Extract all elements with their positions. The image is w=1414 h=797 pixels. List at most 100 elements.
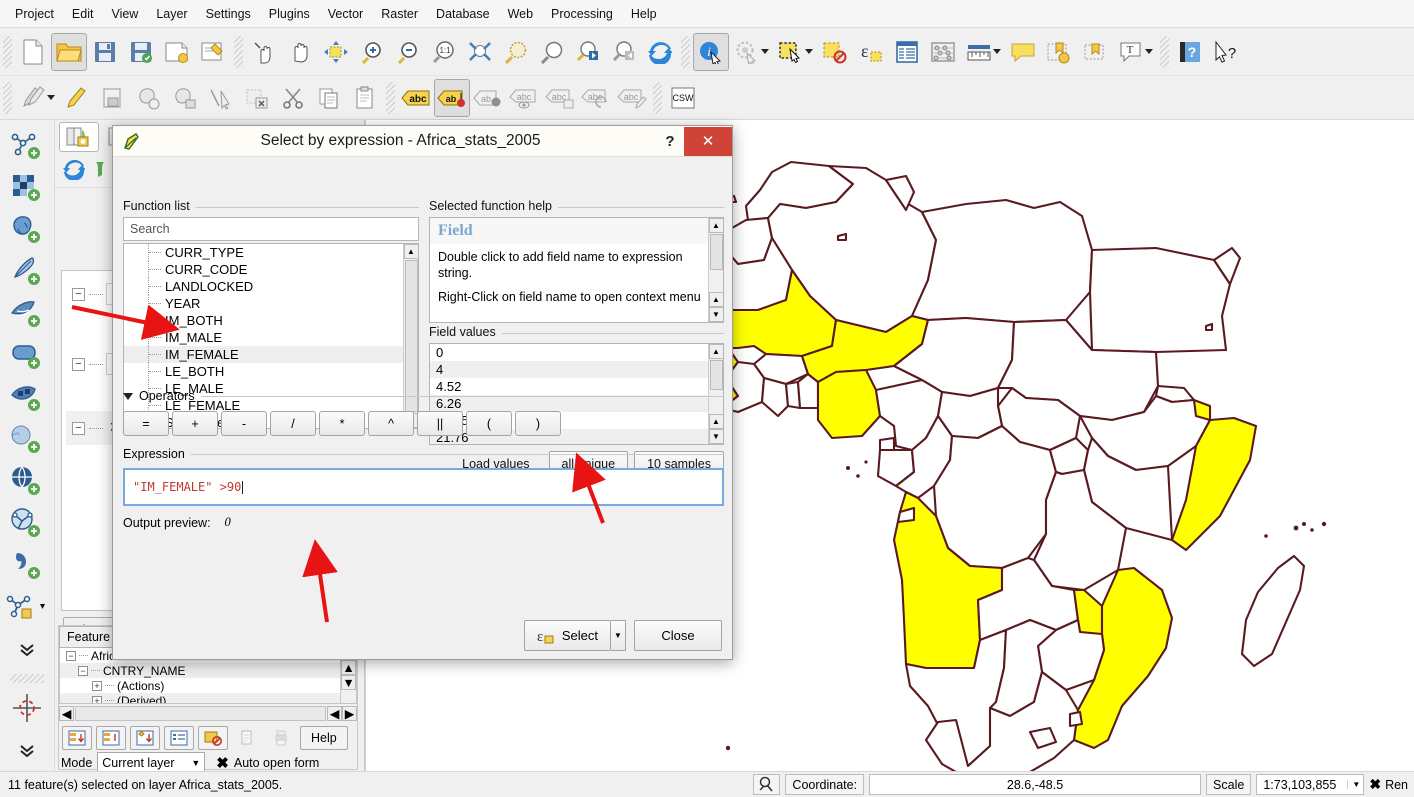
function-tree-item[interactable]: IM_MALE — [124, 329, 418, 346]
add-postgis-layer-icon[interactable] — [4, 208, 50, 250]
identify-horizontal-scrollbar[interactable]: ◀ ◀ ▶ — [59, 704, 357, 722]
scroll-thumb[interactable] — [709, 234, 723, 270]
scroll-up-icon[interactable]: ▲ — [708, 218, 723, 233]
whats-this-icon[interactable]: ? — [1208, 33, 1244, 71]
identify-help-button[interactable]: Help — [300, 726, 348, 750]
scroll-thumb[interactable] — [709, 360, 723, 390]
label-grip[interactable] — [386, 81, 395, 114]
zoom-to-layer-icon[interactable] — [534, 33, 570, 71]
help-contents-icon[interactable]: ? — [1172, 33, 1208, 71]
identify-row[interactable]: + (Actions) — [60, 678, 356, 693]
menu-layer[interactable]: Layer — [147, 4, 196, 24]
pin-labels-icon[interactable]: ab — [470, 79, 506, 117]
attribute-table-icon[interactable] — [889, 33, 925, 71]
current-edits-icon[interactable] — [15, 79, 51, 117]
menu-vector[interactable]: Vector — [319, 4, 372, 24]
dock-grip[interactable] — [10, 674, 44, 683]
operator-minus-button[interactable]: - — [221, 411, 267, 436]
add-raster-layer-icon[interactable] — [4, 166, 50, 208]
select-button[interactable]: ɛ Select — [523, 620, 611, 651]
expression-input[interactable]: "IM_FEMALE" >90 — [123, 468, 724, 506]
scroll-left-step-icon[interactable]: ◀ — [327, 705, 342, 721]
dialog-title-bar[interactable]: Select by expression - Africa_stats_2005… — [113, 126, 732, 157]
identify-features-icon[interactable]: i — [693, 32, 729, 71]
scroll-up-step-icon[interactable]: ▲ — [708, 292, 723, 307]
toolbar-grip-help[interactable] — [1160, 35, 1169, 68]
view-as-table-button[interactable] — [164, 726, 194, 750]
operator-divide-button[interactable]: / — [270, 411, 316, 436]
search-input[interactable]: Search — [123, 217, 419, 241]
chevron-down-icon[interactable]: ▼ — [1347, 780, 1360, 789]
auto-open-form-checkbox[interactable]: ✖ — [216, 754, 229, 772]
function-tree-item[interactable]: LANDLOCKED — [124, 278, 418, 295]
print-button[interactable] — [266, 726, 296, 750]
menu-plugins[interactable]: Plugins — [260, 4, 319, 24]
scroll-left-icon[interactable]: ◀ — [59, 705, 74, 721]
operator-multiply-button[interactable]: * — [319, 411, 365, 436]
rotate-label-icon[interactable]: abc — [578, 79, 614, 117]
operator-concat-button[interactable]: || — [417, 411, 463, 436]
delete-selected-icon[interactable] — [239, 79, 275, 117]
field-calculator-icon[interactable] — [925, 33, 961, 71]
new-bookmark-icon[interactable] — [1041, 33, 1077, 71]
function-tree-item[interactable]: YEAR — [124, 295, 418, 312]
expander-icon[interactable]: + — [92, 695, 102, 703]
collapse-all-button[interactable] — [96, 726, 126, 750]
coordinate-value[interactable]: 28.6,-48.5 — [869, 774, 1202, 795]
change-label-icon[interactable]: abc — [614, 79, 650, 117]
copy-feature-button[interactable] — [232, 726, 262, 750]
expander-icon[interactable]: − — [78, 665, 88, 676]
pan-to-selection-icon[interactable] — [318, 33, 354, 71]
scale-combo[interactable]: 1:73,103,855 ▼ — [1256, 774, 1365, 795]
dialog-close-button[interactable]: ✕ — [684, 126, 732, 156]
menu-database[interactable]: Database — [427, 4, 499, 24]
triangle-down-icon[interactable] — [123, 392, 133, 400]
operator-plus-button[interactable]: + — [172, 411, 218, 436]
expander-icon[interactable]: − — [66, 650, 76, 661]
add-mssql-layer-icon[interactable] — [4, 292, 50, 334]
menu-raster[interactable]: Raster — [372, 4, 427, 24]
paste-features-icon[interactable] — [347, 79, 383, 117]
refresh-layers-icon[interactable] — [63, 158, 86, 183]
function-tree-item-selected[interactable]: IM_FEMALE — [124, 346, 418, 363]
add-oracle-layer-icon[interactable] — [4, 334, 50, 376]
select-by-expression-icon[interactable]: ɛ — [853, 33, 889, 71]
zoom-to-selection-icon[interactable] — [498, 33, 534, 71]
scroll-up-icon[interactable]: ▲ — [341, 660, 356, 675]
zoom-next-icon[interactable] — [606, 33, 642, 71]
zoom-in-icon[interactable] — [354, 33, 390, 71]
map-tips-icon[interactable] — [1005, 33, 1041, 71]
georeferencer-icon[interactable] — [4, 687, 50, 729]
save-layer-edits-icon[interactable] — [95, 79, 131, 117]
add-delimited-text-layer-icon[interactable] — [4, 544, 50, 586]
scroll-down-icon[interactable]: ▼ — [708, 307, 723, 322]
highlight-pinned-labels-icon[interactable]: ab — [434, 78, 470, 117]
measure-icon[interactable] — [961, 33, 997, 71]
label-icon[interactable]: abc — [398, 79, 434, 117]
show-hide-labels-icon[interactable]: abc — [506, 79, 542, 117]
cut-features-icon[interactable] — [275, 79, 311, 117]
function-tree-item[interactable]: CURR_CODE — [124, 261, 418, 278]
overflow-chevron-icon[interactable] — [4, 628, 50, 670]
menu-processing[interactable]: Processing — [542, 4, 622, 24]
new-project-icon[interactable] — [15, 33, 51, 71]
expander-icon[interactable]: − — [72, 421, 85, 435]
close-button[interactable]: Close — [634, 620, 722, 651]
run-feature-action-icon[interactable] — [729, 33, 765, 71]
select-features-icon[interactable] — [773, 33, 809, 71]
select-dropdown-arrow[interactable]: ▼ — [611, 620, 626, 651]
operator-power-button[interactable]: ^ — [368, 411, 414, 436]
add-wms-layer-icon[interactable] — [4, 376, 50, 418]
menu-project[interactable]: Project — [6, 4, 63, 24]
menu-view[interactable]: View — [102, 4, 147, 24]
field-value-row[interactable]: 0 — [430, 344, 723, 361]
new-shapefile-layer-icon[interactable] — [4, 586, 50, 628]
operators-header[interactable]: Operators — [123, 389, 724, 403]
toolbar-grip[interactable] — [3, 35, 12, 68]
menu-web[interactable]: Web — [499, 4, 542, 24]
new-print-composer-icon[interactable] — [159, 33, 195, 71]
add-wcs-layer-icon[interactable] — [4, 418, 50, 460]
show-bookmarks-icon[interactable] — [1077, 33, 1113, 71]
identify-row[interactable]: − CNTRY_NAME — [60, 663, 356, 678]
csw-icon[interactable]: CSW — [665, 79, 701, 117]
